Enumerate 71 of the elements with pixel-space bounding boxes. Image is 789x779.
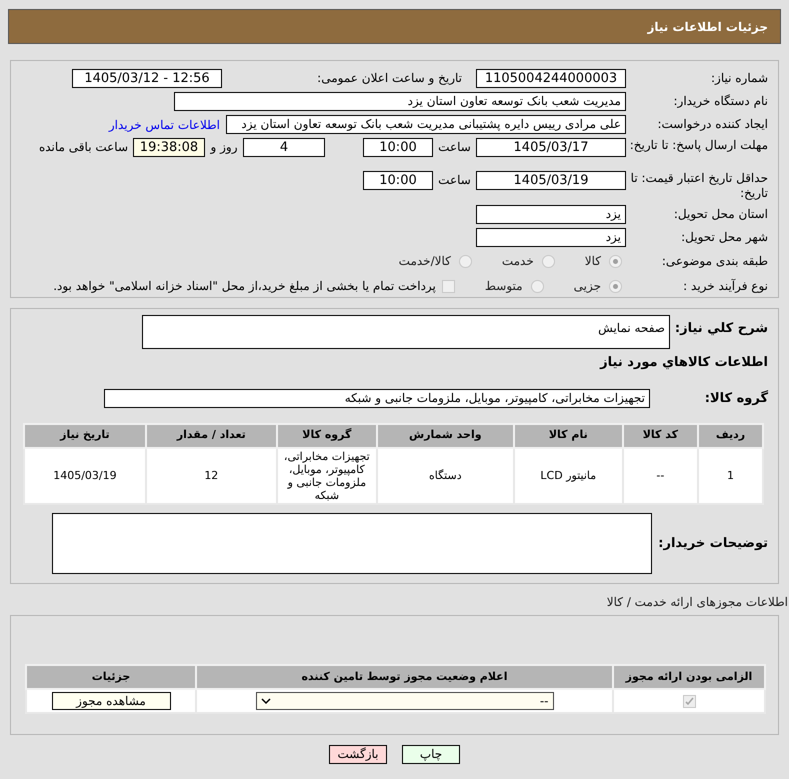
- column-header: اعلام وضعیت مجوز توسط تامین کننده: [196, 665, 613, 689]
- radio-label: کالا: [584, 253, 601, 270]
- field-label: طبقه بندی موضوعی:: [660, 254, 768, 269]
- radio-button[interactable]: [609, 254, 622, 268]
- table-cell: --: [622, 448, 698, 504]
- radio-button[interactable]: [530, 280, 544, 293]
- text-field[interactable]: 10:00: [363, 170, 433, 190]
- back-button[interactable]: بازگشت: [329, 745, 387, 764]
- text-field[interactable]: تجهیزات مخابراتی، کامپیوتر، موبایل، ملزومات جانبی و شبکه: [104, 388, 650, 408]
- radio-button[interactable]: [609, 280, 622, 293]
- column-header: تاریخ نیاز: [24, 424, 146, 448]
- text-field[interactable]: 1405/03/12 - 12:56: [72, 69, 222, 88]
- table-cell: 12: [146, 448, 277, 504]
- text-field[interactable]: 1105004244000003: [476, 69, 626, 88]
- field-label: شماره نیاز:: [710, 71, 768, 86]
- column-header: جزئیات: [26, 665, 196, 689]
- column-header: نام کالا: [514, 424, 623, 448]
- radio-label: کالا/خدمت: [398, 253, 451, 270]
- text-field[interactable]: 10:00: [363, 138, 433, 157]
- field-label: نام دستگاه خریدار:: [672, 94, 768, 109]
- text-field[interactable]: 1405/03/19: [476, 170, 626, 190]
- field-label: مهلت ارسال پاسخ: تا تاریخ:: [628, 138, 768, 153]
- chevron-down-icon: [260, 698, 270, 704]
- field-label: حداقل تاریخ اعتبار قیمت: تا تاریخ:: [630, 170, 768, 201]
- description-field[interactable]: صفحه نمایش: [142, 315, 670, 349]
- text-field[interactable]: مدیریت شعب بانک توسعه تعاون استان یزد: [174, 92, 626, 111]
- field-label: شهر محل تحویل:: [680, 230, 768, 245]
- countdown-field[interactable]: 19:38:08: [133, 138, 205, 157]
- buyer-notes-field[interactable]: [52, 512, 652, 574]
- column-header: الزامی بودن ارائه مجوز: [613, 665, 765, 689]
- checkbox[interactable]: [442, 280, 455, 293]
- field-label: ساعت باقی مانده: [38, 139, 128, 156]
- radio-label: جزیی: [574, 278, 601, 296]
- table-cell: دستگاه: [376, 448, 514, 504]
- radio-button[interactable]: [542, 254, 555, 268]
- field-label: توضیحات خریدار:: [657, 536, 768, 550]
- table-cell: تجهیزات مخابراتی، کامپیوتر، موبایل، ملزومات جانبی و شبکه: [276, 448, 377, 504]
- print-button[interactable]: چاپ: [402, 745, 460, 764]
- column-header: کد کالا: [622, 424, 698, 448]
- field-label: استان محل تحویل:: [672, 206, 768, 222]
- column-header: تعداد / مقدار: [146, 424, 277, 448]
- radio-button[interactable]: [458, 254, 472, 268]
- field-label: شرح کلي نياز:: [674, 321, 768, 336]
- radio-label: خدمت: [502, 253, 534, 270]
- column-header: ردیف: [698, 424, 763, 448]
- field-label: ساعت: [437, 172, 472, 189]
- text-field[interactable]: علی مرادی رییس دایره پشتیبانی مدیریت شعب بانک توسعه تعاون استان یزد: [226, 115, 626, 134]
- view-permit-button[interactable]: مشاهده مجوز: [52, 692, 170, 710]
- field-label: گروه کالا:: [704, 390, 768, 406]
- field-label: روز و: [209, 139, 238, 156]
- column-header: گروه کالا: [276, 424, 377, 448]
- field-label: تاریخ و ساعت اعلان عمومی:: [316, 71, 462, 86]
- checkbox-label: پرداخت تمام یا بخشی از مبلغ خرید،از محل "اسناد خزانه اسلامی" خواهد بود.: [53, 278, 436, 296]
- field-label: ایجاد کننده درخواست:: [656, 117, 768, 132]
- permits-title: اطلاعات مجوزهای ارائه خدمت / کالا: [606, 594, 788, 611]
- status-dropdown[interactable]: --: [256, 692, 554, 710]
- table-cell: 1405/03/19: [24, 448, 146, 504]
- radio-label: متوسط: [484, 278, 523, 296]
- table-cell: 1: [698, 448, 763, 504]
- column-header: واحد شمارش: [376, 424, 514, 448]
- checkbox[interactable]: [682, 695, 696, 708]
- buyer-contact-link[interactable]: اطلاعات تماس خریدار: [108, 116, 220, 134]
- field-label: نوع فرآیند خرید :: [682, 278, 768, 294]
- text-field[interactable]: یزد: [476, 204, 626, 224]
- section-title: اطلاعات کالاهاي مورد نياز: [598, 354, 768, 372]
- text-field[interactable]: یزد: [476, 228, 626, 247]
- text-field[interactable]: 4: [243, 138, 325, 157]
- page-title: جزئیات اطلاعات نیاز: [647, 18, 768, 36]
- field-label: ساعت: [437, 139, 472, 156]
- table-cell: مانیتور LCD: [514, 448, 623, 504]
- text-field[interactable]: 1405/03/17: [476, 138, 626, 157]
